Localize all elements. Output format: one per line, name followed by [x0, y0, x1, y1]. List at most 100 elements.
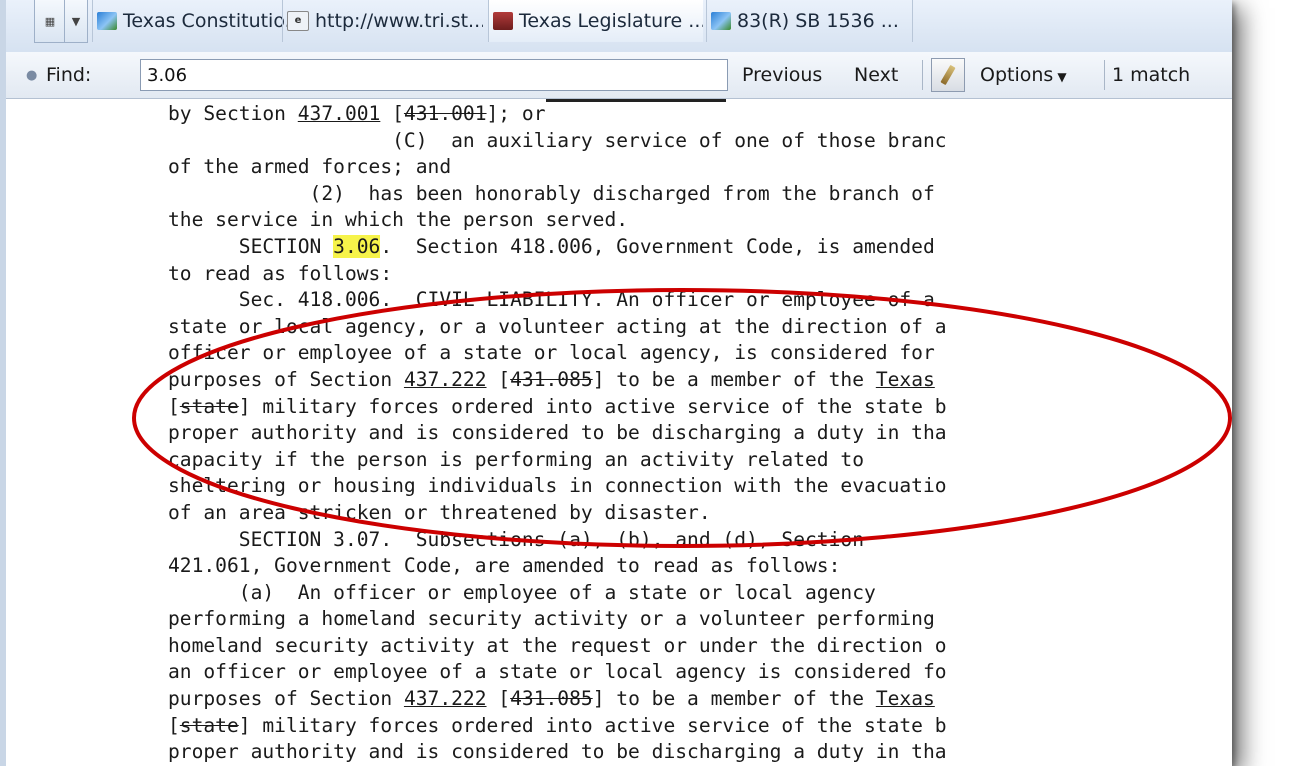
text-segment: an officer or employee of a state or loc…: [168, 660, 947, 684]
legislature-icon: [493, 12, 513, 30]
text-line: capacity if the person is performing an …: [168, 448, 864, 471]
find-next-button[interactable]: Next: [854, 64, 898, 86]
text-segment: [: [168, 394, 180, 418]
browser-window: ▦ ▼ Texas Constitutio... e http://www.tr…: [0, 0, 1232, 766]
text-segment: performing a homeland security activity …: [168, 607, 935, 631]
text-segment: proper authority and is considered to be…: [168, 740, 947, 764]
chevron-down-icon: ▼: [1057, 70, 1067, 84]
text-segment: ] to be a member of the: [592, 367, 876, 391]
text-segment: sheltering or housing individuals in con…: [168, 474, 947, 498]
highlight-matches-button[interactable]: [931, 58, 965, 92]
text-segment: . Section 418.006, Government Code, is a…: [380, 234, 935, 258]
text-line: officer or employee of a state or local …: [168, 341, 935, 364]
inserted-text: Texas: [875, 367, 935, 391]
inserted-text: 437.001: [297, 102, 381, 125]
text-segment: purposes of Section: [168, 687, 404, 711]
tab-title: http://www.tri.st...: [315, 10, 483, 32]
text-segment: [: [380, 102, 404, 125]
ie-page-icon: e: [287, 11, 309, 31]
text-line: (C) an auxiliary service of one of those…: [168, 128, 947, 152]
texas-flag-icon: [711, 12, 731, 30]
find-separator: [922, 60, 923, 90]
text-line: (2) has been honorably discharged from t…: [168, 182, 935, 205]
deleted-text: state: [179, 713, 239, 737]
texas-flag-icon: [97, 12, 117, 30]
text-line: sheltering or housing individuals in con…: [168, 474, 947, 497]
text-line: of an area stricken or threatened by dis…: [168, 501, 711, 524]
inserted-text: 437.222: [403, 687, 487, 711]
text-segment: SECTION: [168, 234, 334, 258]
text-line: (a) An officer or employee of a state or…: [168, 581, 876, 604]
tab-texas-constitution[interactable]: Texas Constitutio...: [92, 0, 287, 42]
deleted-text: 431.085: [510, 687, 593, 711]
quick-tabs-icon: ▦: [44, 14, 56, 28]
inserted-text: 437.222: [403, 367, 487, 391]
text-segment: capacity if the person is performing an …: [168, 447, 864, 471]
text-line: [state] military forces ordered into act…: [168, 395, 947, 418]
text-segment: (C) an auxiliary service of one of those…: [168, 128, 947, 152]
text-segment: of the armed forces; and: [168, 155, 452, 179]
highlighter-icon: [940, 64, 956, 86]
deleted-text: 431.085: [510, 367, 593, 391]
tab-texas-legislature[interactable]: Texas Legislature ...: [488, 0, 703, 42]
text-line: Sec. 418.006. CIVIL LIABILITY. An office…: [168, 288, 935, 311]
text-segment: state or local agency, or a volunteer ac…: [168, 314, 947, 338]
text-segment: to read as follows:: [168, 261, 393, 285]
text-line: SECTION 3.06. Section 418.006, Governmen…: [168, 234, 935, 258]
find-input[interactable]: [140, 59, 728, 91]
chevron-down-icon: ▼: [71, 14, 81, 28]
tab-list-dropdown[interactable]: ▼: [64, 0, 88, 43]
text-line: proper authority and is considered to be…: [168, 740, 947, 763]
tab-new[interactable]: [912, 0, 1057, 42]
text-line: 421.061, Government Code, are amended to…: [168, 554, 840, 577]
text-segment: Sec. 418.006. CIVIL LIABILITY. An office…: [168, 288, 935, 312]
search-match-highlight: 3.06: [333, 234, 381, 258]
text-segment: [: [486, 367, 511, 391]
tab-title: Texas Constitutio...: [123, 10, 287, 32]
find-separator: [1104, 60, 1105, 90]
tab-tri-state-url[interactable]: e http://www.tri.st...: [282, 0, 483, 42]
text-segment: homeland security activity at the reques…: [168, 633, 947, 657]
text-segment: the service in which the person served.: [168, 208, 629, 232]
text-segment: by Section: [168, 102, 298, 125]
find-bar-close-icon[interactable]: ●: [26, 68, 37, 83]
text-line: proper authority and is considered to be…: [168, 421, 947, 444]
find-label: Find:: [46, 64, 92, 86]
text-line: of the armed forces; and: [168, 155, 451, 178]
inserted-text: Texas: [875, 687, 935, 711]
text-segment: proper authority and is considered to be…: [168, 421, 947, 445]
text-line: by Section 437.001 [431.001]; or: [168, 102, 546, 125]
text-segment: of an area stricken or threatened by dis…: [168, 500, 711, 524]
text-segment: (a) An officer or employee of a state or…: [168, 580, 876, 604]
deleted-text: 431.001: [403, 102, 487, 125]
tab-title: Texas Legislature ...: [519, 10, 703, 32]
text-line: an officer or employee of a state or loc…: [168, 660, 947, 683]
text-segment: ] military forces ordered into active se…: [238, 713, 947, 737]
document-content[interactable]: by Section 437.001 [431.001]; or (C) an …: [6, 99, 1232, 766]
text-line: the service in which the person served.: [168, 208, 628, 231]
find-previous-button[interactable]: Previous: [742, 64, 822, 86]
match-count: 1 match: [1112, 64, 1191, 86]
text-segment: [: [486, 687, 511, 711]
text-segment: [: [168, 713, 180, 737]
find-options-button[interactable]: Options ▼: [980, 64, 1067, 86]
find-bar: ● Find: Previous Next Options▼ 1 match: [6, 52, 1232, 99]
text-line: purposes of Section 437.222 [431.085] to…: [168, 368, 935, 391]
text-segment: ] to be a member of the: [592, 687, 876, 711]
quick-tabs-button[interactable]: ▦: [34, 0, 66, 43]
text-line: SECTION 3.07. Subsections (a), (b), and …: [168, 528, 864, 551]
text-line: performing a homeland security activity …: [168, 607, 935, 630]
text-segment: SECTION 3.07. Subsections (a), (b), and …: [168, 527, 864, 551]
deleted-text: state: [179, 394, 239, 418]
text-line: [state] military forces ordered into act…: [168, 714, 947, 737]
tab-bar: ▦ ▼ Texas Constitutio... e http://www.tr…: [6, 0, 1232, 53]
bill-text: by Section 437.001 [431.001]; or (C) an …: [168, 101, 947, 766]
find-options-label: Options: [980, 64, 1054, 86]
text-segment: 421.061, Government Code, are amended to…: [168, 554, 841, 578]
text-segment: ]; or: [486, 102, 546, 125]
text-segment: officer or employee of a state or local …: [168, 341, 935, 365]
text-segment: ] military forces ordered into active se…: [238, 394, 947, 418]
tab-title: 83(R) SB 1536 ...: [737, 10, 899, 32]
tab-sb-1536[interactable]: 83(R) SB 1536 ...: [706, 0, 907, 42]
text-segment: (2) has been honorably discharged from t…: [168, 181, 935, 205]
